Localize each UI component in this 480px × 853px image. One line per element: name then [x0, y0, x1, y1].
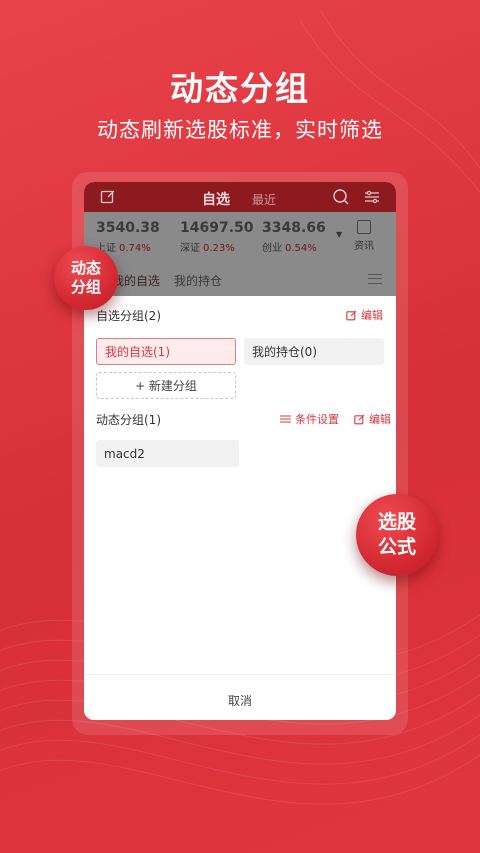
badge-line: 分组 — [70, 278, 101, 296]
badge-line: 动态 — [70, 258, 101, 277]
phone-screen: 自选 最近 3540.38 上证 0.74% 14697.50 深证 0.23% 3… — [84, 182, 396, 720]
tab-recent[interactable]: 最近 — [252, 191, 276, 208]
filter-icon[interactable] — [364, 190, 380, 204]
new-group-button[interactable]: + 新建分组 — [96, 372, 236, 399]
edit-icon[interactable] — [100, 189, 116, 205]
index-value: 3348.66 — [262, 220, 326, 236]
expand-caret-icon[interactable]: ▼ — [336, 230, 342, 239]
index-name: 创业 — [262, 243, 282, 254]
index-quote[interactable]: 3540.38 上证 0.74% — [96, 220, 160, 254]
index-value: 14697.50 — [180, 220, 254, 236]
index-value: 3540.38 — [96, 220, 160, 236]
index-change: 0.74% — [119, 243, 151, 254]
custom-group-edit-button[interactable]: 编辑 — [346, 307, 383, 323]
app-header: 自选 最近 — [84, 182, 396, 212]
edit-label: 编辑 — [369, 413, 391, 426]
badge-line: 公式 — [377, 536, 416, 558]
dynamic-group-title: 动态分组(1) — [96, 413, 161, 427]
edit-icon — [354, 414, 365, 424]
filter-icon — [280, 415, 291, 423]
index-change: 0.23% — [203, 243, 235, 254]
index-change: 0.54% — [285, 243, 317, 254]
condition-settings-label: 条件设置 — [295, 413, 339, 426]
news-label: 资讯 — [354, 241, 374, 252]
group-chip-my-watchlist[interactable]: 我的自选(1) — [96, 338, 236, 365]
stock-formula-badge: 选股 公式 — [356, 494, 438, 576]
menu-icon[interactable] — [368, 274, 382, 284]
cancel-button[interactable]: 取消 — [84, 692, 396, 709]
tab-watchlist[interactable]: 自选 — [202, 189, 230, 209]
index-quote[interactable]: 3348.66 创业 0.54% — [262, 220, 326, 254]
dynamic-group-edit-button[interactable]: 编辑 — [354, 411, 391, 427]
tab-my-watchlist[interactable]: 我的自选 — [112, 272, 160, 289]
sheet-divider — [84, 674, 396, 675]
news-icon — [357, 220, 371, 234]
news-button[interactable]: 资讯 — [354, 220, 374, 252]
market-index-bar: 3540.38 上证 0.74% 14697.50 深证 0.23% 3348.66… — [84, 212, 396, 262]
dynamic-group-badge: 动态 分组 — [54, 246, 118, 310]
edit-label: 编辑 — [361, 309, 383, 322]
tab-my-holdings[interactable]: 我的持仓 — [174, 272, 222, 289]
custom-group-title: 自选分组(2) — [96, 309, 161, 323]
index-quote[interactable]: 14697.50 深证 0.23% — [180, 220, 254, 254]
badge-line: 选股 — [377, 511, 416, 534]
edit-icon — [346, 310, 357, 320]
group-chip-my-holdings[interactable]: 我的持仓(0) — [244, 338, 384, 365]
search-icon[interactable] — [332, 188, 350, 206]
index-name: 深证 — [180, 243, 200, 254]
group-chip-macd2[interactable]: macd2 — [96, 440, 239, 467]
condition-settings-button[interactable]: 条件设置 — [280, 411, 339, 427]
group-tabs: 我的自选 我的持仓 — [84, 262, 396, 296]
hero-title: 动态分组 — [170, 69, 310, 108]
hero-subtitle: 动态刷新选股标准，实时筛选 — [97, 118, 383, 142]
group-sheet: 自选分组(2) 编辑 我的自选(1) 我的持仓(0) + 新建分组 动态分组(1… — [84, 296, 396, 720]
